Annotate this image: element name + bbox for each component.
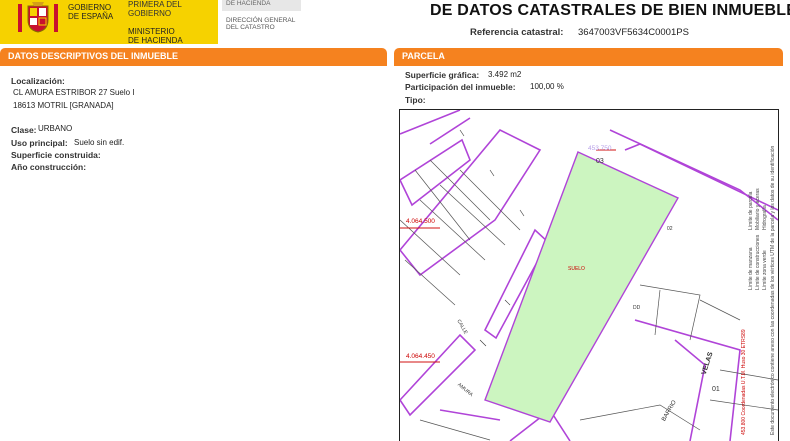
ref-catastral-label: Referencia catastral: — [470, 27, 564, 38]
superficie-grafica-label: Superficie gráfica: — [405, 70, 480, 80]
clase-label: Clase: — [11, 125, 37, 135]
gobierno-label: GOBIERNO DE ESPAÑA — [68, 3, 114, 21]
tipo-label: Tipo: — [405, 95, 426, 105]
superficie-grafica-value: 3.492 m2 — [488, 70, 522, 79]
legend-coord: 453.800 Coordenadas U.T.M. Huso 30 ETRS8… — [741, 329, 747, 435]
document-title: DE DATOS CATASTRALES DE BIEN INMUEBLE — [430, 2, 790, 19]
cadastral-map: SUELO 03 4.064.500 4.064.450 453.750 01 … — [399, 109, 779, 441]
legend-item: Límite de construcciones — [755, 234, 761, 290]
legend-note: Este documento electrónico contiene anex… — [770, 145, 776, 435]
legend-item: Hidrografía — [762, 205, 768, 230]
adjacent-parcel-01: 01 — [712, 386, 720, 393]
uso-label: Uso principal: — [11, 138, 68, 148]
legend-item: Mobiliario y aceras — [755, 188, 761, 230]
map-legend: 453.800 Coordenadas U.T.M. Huso 30 ETRS8… — [738, 110, 778, 440]
participacion-label: Participación del inmueble: — [405, 82, 516, 92]
clase-value: URBANO — [38, 124, 73, 133]
map-drawing — [400, 110, 778, 441]
legend-item: Límite zona verde — [762, 250, 768, 290]
coord-bottom-label: 4.064.450 — [406, 353, 435, 360]
section-divider — [0, 64, 387, 66]
anio-construccion-label: Año construcción: — [11, 162, 87, 172]
government-logo-block: GOBIERNO DE ESPAÑA PRIMERA DEL GOBIERNO … — [0, 0, 218, 45]
localizacion-label: Localización: — [11, 76, 65, 86]
section-divider-right — [394, 64, 783, 66]
localizacion-line2: 18613 MOTRIL [GRANADA] — [13, 101, 114, 110]
localizacion-line1: CL AMURA ESTRIBOR 27 Suelo I — [13, 88, 135, 97]
section-header-parcela: PARCELA — [394, 48, 783, 64]
participacion-value: 100,00 % — [530, 82, 564, 91]
legend-item: Límite de manzana — [748, 247, 754, 290]
dd-label: DD — [633, 305, 641, 311]
superficie-construida-label: Superficie construida: — [11, 150, 101, 160]
ministerio-label: PRIMERA DEL GOBIERNO MINISTERIO DE HACIE… — [128, 0, 183, 45]
section-header-datos: DATOS DESCRIPTIVOS DEL INMUEBLE — [0, 48, 387, 64]
direccion-general-label: DE HACIENDA DIRECCIÓN GENERAL DEL CATAST… — [226, 0, 296, 31]
coat-of-arms-icon — [18, 2, 58, 33]
parcel-id: 03 — [596, 158, 604, 165]
parcel-polygon — [484, 151, 679, 423]
coord-top-label: 4.064.500 — [406, 218, 435, 225]
ref-catastral-value: 3647003VF5634C0001PS — [578, 27, 689, 38]
uso-value: Suelo sin edif. — [74, 138, 125, 147]
coord-right-label: 453.750 — [588, 145, 612, 152]
adjacent-parcel-02: 02 — [667, 226, 673, 232]
parcel-label: SUELO — [568, 266, 585, 272]
legend-item: Límite de parcela — [748, 191, 754, 230]
